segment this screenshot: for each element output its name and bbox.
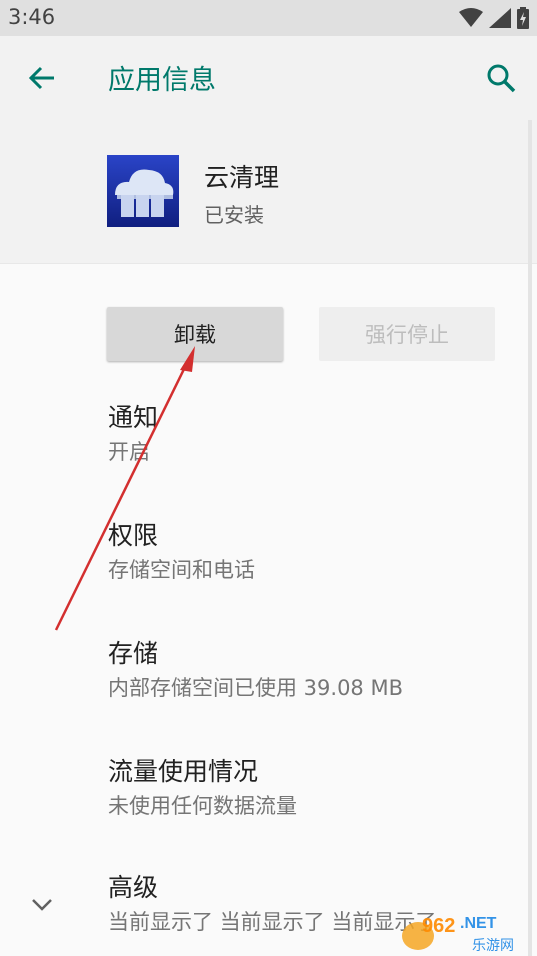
arrow-left-icon[interactable] bbox=[26, 62, 58, 94]
chevron-down-icon[interactable] bbox=[28, 890, 56, 918]
list-item-subtitle: 开启 bbox=[108, 440, 150, 464]
list-item-subtitle: 未使用任何数据流量 bbox=[108, 794, 297, 818]
scrollbar bbox=[528, 120, 532, 956]
svg-text:乐游网: 乐游网 bbox=[472, 938, 514, 954]
header-divider bbox=[0, 263, 537, 264]
list-item-title: 权限 bbox=[108, 521, 159, 550]
battery-icon bbox=[517, 7, 529, 29]
search-icon[interactable] bbox=[485, 62, 517, 94]
app-install-status: 已安装 bbox=[204, 203, 264, 227]
signal-icon bbox=[489, 8, 511, 28]
status-bar: 3:46 bbox=[0, 0, 537, 36]
status-icons bbox=[459, 7, 529, 29]
app-header: 云清理 已安装 bbox=[0, 120, 537, 263]
status-time: 3:46 bbox=[8, 5, 56, 29]
app-name: 云清理 bbox=[204, 163, 280, 192]
cloud-cleaner-app-icon bbox=[107, 155, 179, 227]
list-item-storage[interactable]: 存储 内部存储空间已使用 39.08 MB bbox=[108, 638, 508, 703]
list-item-title: 高级 bbox=[108, 873, 159, 902]
uninstall-button[interactable]: 卸载 bbox=[107, 307, 283, 361]
list-item-data-usage[interactable]: 流量使用情况 未使用任何数据流量 bbox=[108, 756, 508, 821]
wifi-icon bbox=[459, 8, 483, 27]
list-item-subtitle: 内部存储空间已使用 39.08 MB bbox=[108, 676, 403, 700]
force-stop-button[interactable]: 强行停止 bbox=[319, 307, 495, 361]
list-item-title: 存储 bbox=[108, 639, 159, 668]
app-bar: 应用信息 bbox=[0, 36, 537, 120]
list-item-subtitle: 存储空间和电话 bbox=[108, 558, 255, 582]
list-item-title: 流量使用情况 bbox=[108, 757, 259, 786]
list-item-permissions[interactable]: 权限 存储空间和电话 bbox=[108, 520, 508, 585]
page-title: 应用信息 bbox=[108, 65, 216, 96]
watermark-logo: 962 .NET 乐游网 bbox=[402, 915, 514, 954]
svg-text:962: 962 bbox=[422, 915, 455, 937]
svg-text:.NET: .NET bbox=[460, 915, 497, 932]
list-item-notifications[interactable]: 通知 开启 bbox=[108, 402, 508, 467]
list-item-title: 通知 bbox=[108, 403, 159, 432]
